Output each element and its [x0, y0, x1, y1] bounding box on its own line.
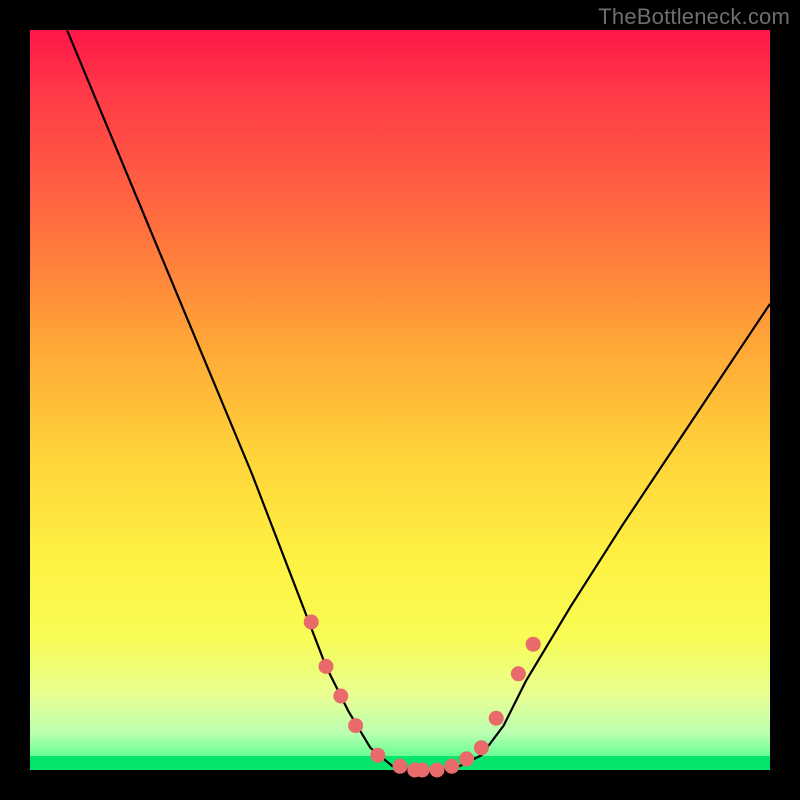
highlight-dot — [474, 741, 488, 755]
highlight-dot — [393, 759, 407, 773]
bottleneck-curve-line — [67, 30, 770, 770]
highlight-dot — [415, 763, 429, 777]
attribution-text: TheBottleneck.com — [598, 4, 790, 30]
chart-plot-area — [30, 30, 770, 770]
highlight-dot — [319, 659, 333, 673]
highlight-dot — [304, 615, 318, 629]
highlight-dot — [445, 759, 459, 773]
highlight-dot — [371, 748, 385, 762]
highlight-dot — [334, 689, 348, 703]
highlight-dot — [489, 711, 503, 725]
highlight-dot — [511, 667, 525, 681]
highlight-dot — [430, 763, 444, 777]
highlight-dot — [526, 637, 540, 651]
highlight-dot — [349, 719, 363, 733]
highlighted-points-group — [304, 615, 540, 777]
bottleneck-chart — [30, 30, 770, 770]
highlight-dot — [460, 752, 474, 766]
